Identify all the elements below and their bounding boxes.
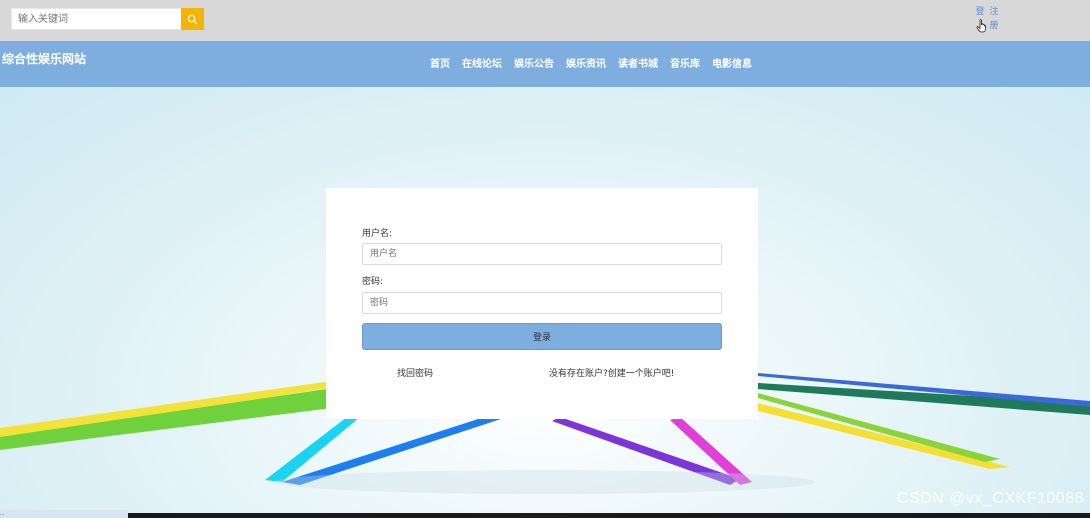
nav-item-bookstore[interactable]: 读者书城	[612, 55, 664, 70]
login-button[interactable]: 登录	[362, 323, 722, 350]
status-bar-url: ...	[0, 510, 128, 518]
password-input[interactable]	[362, 292, 722, 314]
nav-menu: 首页 在线论坛 娱乐公告 娱乐资讯 读者书城 音乐库 电影信息	[424, 55, 758, 70]
main-navbar: 综合性娱乐网站 首页 在线论坛 娱乐公告 娱乐资讯 读者书城 音乐库 电影信息	[0, 41, 1090, 87]
username-input[interactable]	[362, 243, 722, 265]
register-link[interactable]: 注	[988, 6, 1000, 18]
forgot-password-link[interactable]: 找回密码	[397, 366, 433, 379]
search-button[interactable]	[181, 8, 204, 30]
create-account-link[interactable]: 没有存在账户?创建一个账户吧!	[549, 366, 674, 379]
nav-item-forum[interactable]: 在线论坛	[456, 55, 508, 70]
hand-cursor-icon	[976, 19, 987, 33]
bottom-bar	[0, 513, 1090, 518]
auth-links: 登 注 册	[974, 6, 1001, 34]
search-input[interactable]	[11, 8, 182, 30]
password-label: 密码:	[362, 277, 384, 287]
login-link[interactable]: 登	[974, 6, 986, 18]
nav-item-movies[interactable]: 电影信息	[706, 55, 758, 70]
search-icon	[187, 14, 198, 24]
nav-item-music[interactable]: 音乐库	[664, 55, 706, 70]
username-label: 用户名:	[362, 229, 393, 239]
register-link-continued[interactable]: 册	[988, 20, 1000, 32]
site-title[interactable]: 综合性娱乐网站	[2, 50, 86, 67]
top-bar: 登 注 册	[0, 0, 1090, 41]
nav-item-news[interactable]: 娱乐资讯	[560, 55, 612, 70]
login-card: 用户名: 密码: 登录 找回密码 没有存在账户?创建一个账户吧!	[326, 188, 758, 419]
watermark: CSDN @vx_CXKF10088	[896, 490, 1084, 507]
nav-item-home[interactable]: 首页	[424, 55, 456, 70]
nav-item-announcements[interactable]: 娱乐公告	[508, 55, 560, 70]
